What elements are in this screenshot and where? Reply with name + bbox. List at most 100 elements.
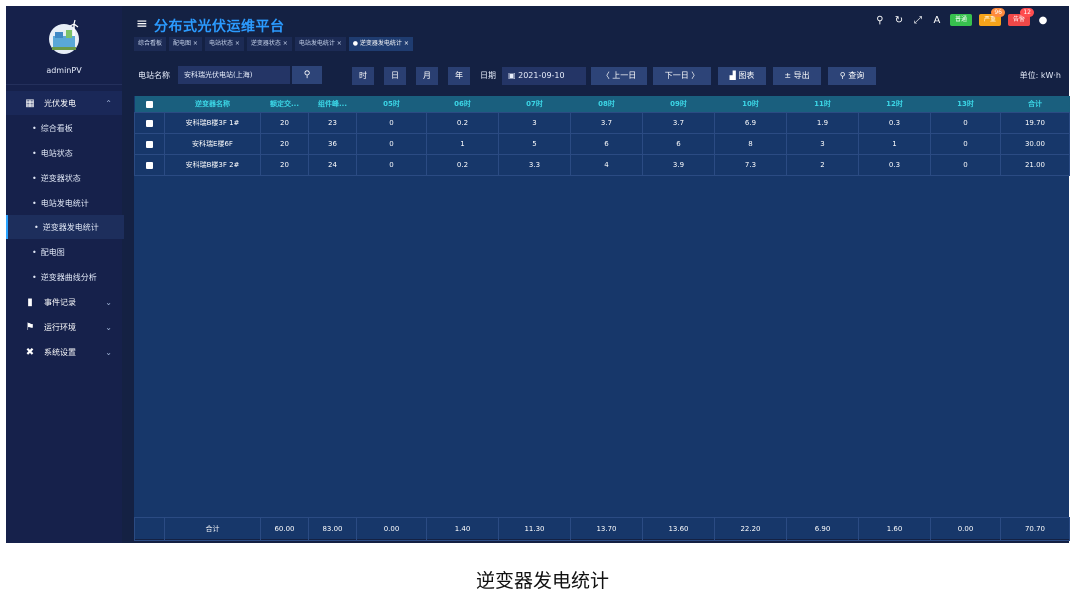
- export-button[interactable]: ± 导出: [773, 67, 821, 85]
- sidebar-item-station-status[interactable]: • 电站状态: [6, 141, 122, 165]
- table-row[interactable]: 安科瑞E楼6F 20 36 0 1 5 6 6 8 3 1 0 30.00: [134, 133, 1070, 155]
- search-icon[interactable]: ⚲: [874, 15, 886, 26]
- table-cell: 83.00: [308, 517, 357, 541]
- table-cell: 0: [356, 133, 427, 155]
- tab-distribution[interactable]: 配电图 ×: [169, 37, 202, 51]
- query-button-label: 查询: [848, 71, 865, 80]
- export-icon: ±: [784, 71, 794, 80]
- nav-group-environment[interactable]: ⚑ 运行环境 ⌄: [6, 315, 122, 339]
- table-row[interactable]: 安科瑞B楼3F 1# 20 23 0 0.2 3 3.7 3.7 6.9 1.9…: [134, 112, 1070, 134]
- station-search-button[interactable]: ⚲: [292, 66, 322, 84]
- sidebar-item-distribution[interactable]: • 配电图: [6, 240, 122, 264]
- tab-inverter-status[interactable]: 逆变器状态 ×: [246, 37, 292, 51]
- event-icon: ▮: [27, 296, 33, 308]
- badge-label: 告警: [1012, 16, 1025, 23]
- refresh-icon[interactable]: ↻: [893, 15, 905, 26]
- period-year-button[interactable]: 年: [448, 67, 470, 85]
- table-cell: 7.3: [714, 154, 787, 176]
- menu-toggle-icon[interactable]: ≡: [136, 16, 148, 32]
- nav-group-settings[interactable]: ✖ 系统设置 ⌄: [6, 340, 122, 364]
- table-cell: 20: [260, 112, 309, 134]
- date-input[interactable]: ▣ 2021-09-10: [502, 67, 586, 85]
- column-header[interactable]: 额定交...: [260, 96, 309, 113]
- figure-caption: 逆变器发电统计: [475, 570, 609, 592]
- table-cell: 60.00: [260, 517, 309, 541]
- table-cell: 0: [930, 133, 1001, 155]
- column-header[interactable]: 08时: [570, 96, 643, 113]
- tab-station-status[interactable]: 电站状态 ×: [204, 37, 244, 51]
- table-cell: 6.9: [714, 112, 787, 134]
- search-icon: ⚲: [839, 71, 849, 80]
- column-header[interactable]: 07时: [498, 96, 571, 113]
- table-cell: 3: [786, 133, 859, 155]
- column-header[interactable]: 13时: [930, 96, 1001, 113]
- period-day-button[interactable]: 日: [384, 67, 406, 85]
- station-select[interactable]: 安科瑞光伏电站(上海): [178, 66, 290, 84]
- sidebar-item-inverter-status[interactable]: • 逆变器状态: [6, 166, 122, 190]
- tab-inverter-stats[interactable]: ● 逆变器发电统计 ×: [348, 37, 413, 51]
- tab-station-stats[interactable]: 电站发电统计 ×: [294, 37, 346, 51]
- table-cell: 8: [714, 133, 787, 155]
- prev-day-button[interactable]: 〈 上一日: [591, 67, 647, 85]
- nav-group-pv-generation[interactable]: ▦ 光伏发电 ⌃: [6, 91, 122, 115]
- table-cell: 36: [308, 133, 357, 155]
- column-header[interactable]: 09时: [642, 96, 715, 113]
- column-header[interactable]: 05时: [356, 96, 427, 113]
- sidebar-item-curve-analysis[interactable]: • 逆变器曲线分析: [6, 265, 122, 289]
- period-hour-button[interactable]: 时: [352, 67, 374, 85]
- normal-alarm-button[interactable]: 普通: [949, 14, 972, 26]
- bullet-icon: •: [32, 148, 37, 158]
- column-header[interactable]: 11时: [786, 96, 859, 113]
- nav-group-label: 事件记录: [44, 297, 76, 307]
- date-value: 2021-09-10: [518, 71, 565, 80]
- tab-dashboard[interactable]: 综合看板: [134, 37, 167, 51]
- tab-bar: 综合看板 配电图 × 电站状态 × 逆变器状态 × 电站发电统计 × ● 逆变器…: [134, 37, 413, 51]
- table-cell: 安科瑞B楼3F 1#: [164, 112, 261, 134]
- chart-button[interactable]: ▟ 图表: [718, 67, 766, 85]
- table-cell: 3.9: [642, 154, 715, 176]
- user-icon[interactable]: ●: [1037, 15, 1049, 26]
- sidebar-item-label: 电站发电统计: [40, 198, 89, 208]
- divider: [6, 84, 122, 85]
- period-month-button[interactable]: 月: [416, 67, 438, 85]
- sidebar-item-dashboard[interactable]: • 综合看板: [6, 116, 122, 140]
- select-all-checkbox[interactable]: [134, 96, 165, 113]
- column-header[interactable]: 合计: [1000, 96, 1070, 113]
- bullet-icon: •: [32, 123, 37, 133]
- row-checkbox[interactable]: [134, 133, 165, 155]
- totals-label: 合计: [164, 517, 261, 541]
- fullscreen-icon[interactable]: ⤢: [912, 15, 924, 26]
- warning-alarm-button[interactable]: 告警 12: [1007, 8, 1034, 26]
- column-header[interactable]: 逆变器名称: [164, 96, 261, 113]
- serious-alarm-button[interactable]: 严重 96: [978, 8, 1005, 26]
- grid-icon: ▦: [25, 97, 35, 109]
- table-cell: 1: [858, 133, 931, 155]
- row-checkbox[interactable]: [134, 154, 165, 176]
- table-cell: 3.7: [570, 112, 643, 134]
- sidebar-item-station-stats[interactable]: • 电站发电统计: [6, 191, 122, 215]
- totals-row: 合计 60.00 83.00 0.00 1.40 11.30 13.70 13.…: [134, 517, 1070, 541]
- next-day-button[interactable]: 下一日 〉: [653, 67, 711, 85]
- sidebar-item-label: 电站状态: [40, 148, 73, 158]
- sidebar-item-inverter-stats[interactable]: • 逆变器发电统计: [6, 215, 124, 239]
- column-header[interactable]: 组件峰...: [308, 96, 357, 113]
- query-button[interactable]: ⚲ 查询: [828, 67, 876, 85]
- station-label: 电站名称: [138, 71, 170, 80]
- badge-label: 普通: [954, 16, 967, 23]
- column-header[interactable]: 10时: [714, 96, 787, 113]
- row-checkbox[interactable]: [134, 112, 165, 134]
- column-header[interactable]: 12时: [858, 96, 931, 113]
- calendar-icon: ▣: [508, 71, 519, 80]
- font-size-icon[interactable]: A: [931, 15, 943, 26]
- table-cell: 3: [498, 112, 571, 134]
- table-row[interactable]: 安科瑞B楼3F 2# 20 24 0 0.2 3.3 4 3.9 7.3 2 0…: [134, 154, 1070, 176]
- column-header[interactable]: 06时: [426, 96, 499, 113]
- username: adminPV: [46, 66, 82, 75]
- table-cell: 0: [356, 154, 427, 176]
- badge-count: 12: [1020, 8, 1034, 17]
- table-cell: 1.60: [858, 517, 931, 541]
- nav-group-event-records[interactable]: ▮ 事件记录 ⌄: [6, 290, 122, 314]
- chevron-up-icon: ⌃: [105, 98, 112, 108]
- bullet-icon: •: [32, 198, 37, 208]
- table-cell: 24: [308, 154, 357, 176]
